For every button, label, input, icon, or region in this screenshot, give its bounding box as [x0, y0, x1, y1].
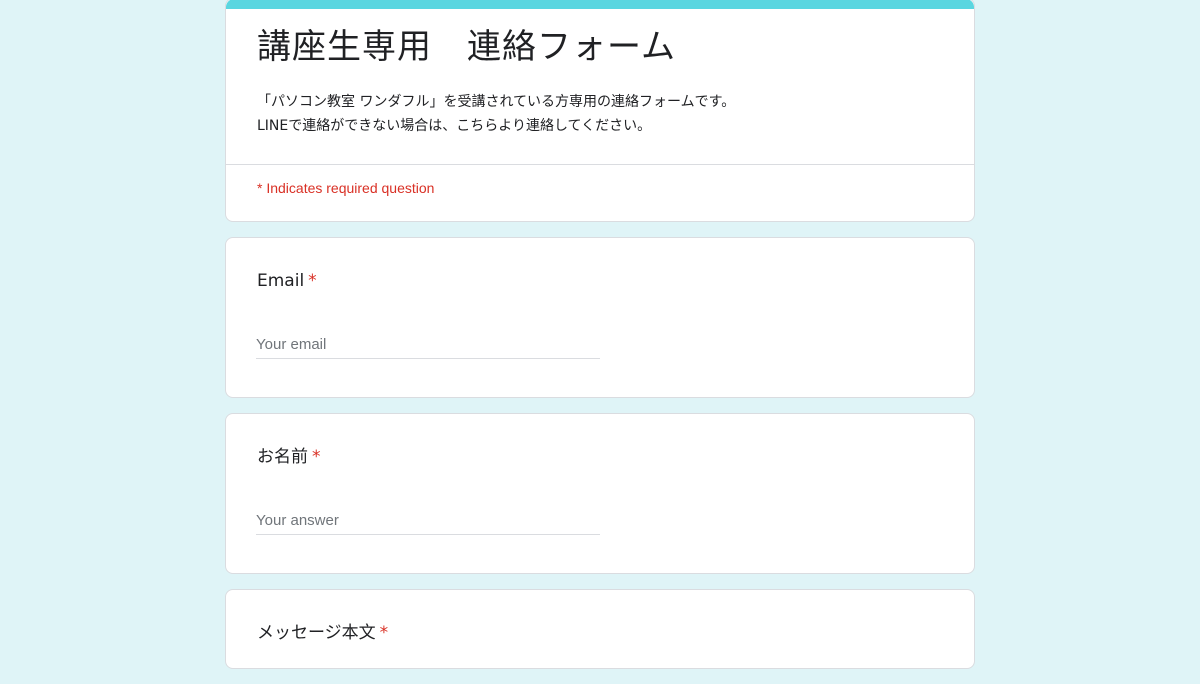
- required-asterisk: *: [308, 271, 317, 291]
- form-container: 講座生専用 連絡フォーム 「パソコン教室 ワンダフル」を受講されている方専用の連…: [225, 0, 975, 684]
- name-input[interactable]: [256, 506, 600, 535]
- question-card-name: お名前 *: [225, 413, 975, 574]
- question-card-message: メッセージ本文 *: [225, 589, 975, 669]
- question-label: Email *: [257, 269, 317, 293]
- question-title: お名前: [257, 447, 308, 467]
- question-title: Email: [257, 271, 305, 291]
- form-header-card: 講座生専用 連絡フォーム 「パソコン教室 ワンダフル」を受講されている方専用の連…: [225, 0, 975, 222]
- form-description: 「パソコン教室 ワンダフル」を受講されている方専用の連絡フォームです。 LINE…: [257, 90, 735, 138]
- accent-bar: [226, 0, 974, 9]
- required-asterisk: *: [379, 623, 389, 643]
- description-line: 「パソコン教室 ワンダフル」を受講されている方専用の連絡フォームです。: [257, 94, 736, 110]
- question-title: メッセージ本文: [257, 623, 376, 643]
- question-label: メッセージ本文 *: [257, 621, 388, 645]
- required-asterisk: *: [312, 447, 321, 467]
- form-title: 講座生専用 連絡フォーム: [257, 27, 676, 67]
- question-label: お名前 *: [257, 445, 321, 469]
- question-card-email: Email *: [225, 237, 975, 398]
- divider: [226, 164, 974, 165]
- email-input[interactable]: [256, 330, 600, 359]
- description-line: LINEで連絡ができない場合は、こちらより連絡してください。: [257, 118, 652, 134]
- required-note: * Indicates required question: [257, 180, 435, 196]
